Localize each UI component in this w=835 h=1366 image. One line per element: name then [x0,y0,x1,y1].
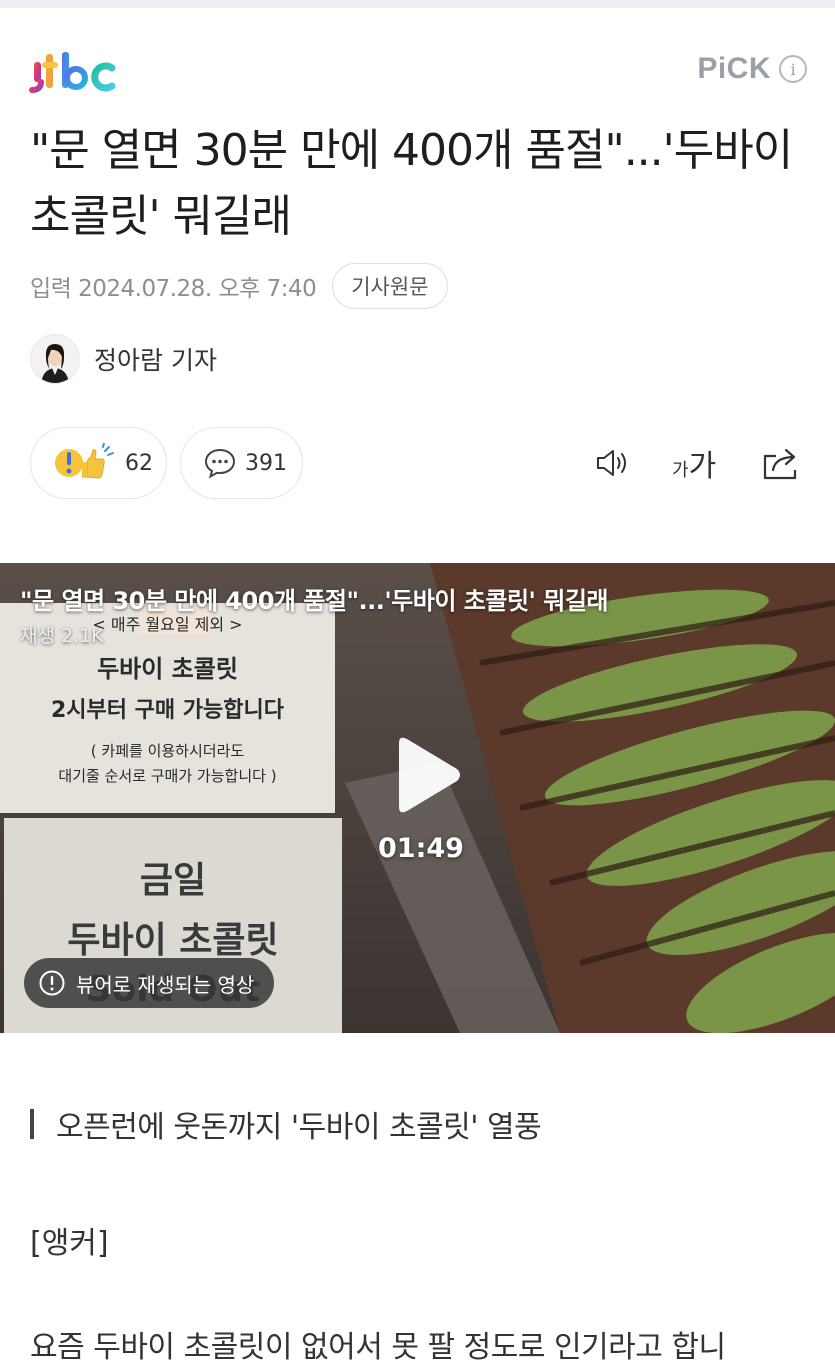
comment-button[interactable]: 391 [180,427,303,499]
article-subheading: 오픈런에 웃돈까지 '두바이 초콜릿' 열풍 [30,1102,542,1146]
play-button[interactable] [385,733,465,817]
pick-badge[interactable]: PiCK i [697,52,807,86]
video-play-count: 재생 2.1K [20,625,104,647]
viewer-notice-text: 뷰어로 재생되는 영상 [76,972,255,997]
author-row[interactable]: 정아람 기자 [30,333,217,385]
subheading-text: 오픈런에 웃돈까지 '두바이 초콜릿' 열풍 [56,1110,542,1145]
reaction-button[interactable]: 62 [30,427,167,499]
original-article-button[interactable]: 기사원문 [332,263,448,309]
sign-line4: 대기줄 순서로 구매가 가능합니다 ) [58,767,277,785]
sign-line3: ( 카페를 이용하시더라도 [90,742,245,760]
notice-icon [39,970,65,996]
video-player[interactable]: < 매주 월요일 제외 > 두바이 초콜릿 2시부터 구매 가능합니다 ( 카페… [0,563,835,1033]
avatar-image [31,335,79,383]
article-body-first-line: 요즘 두바이 초콜릿이 없어서 못 팔 정도로 인기라고 합니 [30,1330,726,1365]
listen-button[interactable] [590,440,636,486]
comment-count: 391 [245,450,287,476]
jtbc-logo[interactable] [28,44,118,96]
article-meta: 입력 2024.07.28. 오후 7:40 기사원문 [30,262,448,310]
pick-label: PiCK [697,52,771,85]
font-size-large-glyph: 가 [688,449,717,484]
video-duration: 01:49 [378,833,464,864]
speaker-icon [597,450,626,476]
author-name[interactable]: 정아람 기자 [94,341,217,377]
author-avatar[interactable] [30,334,80,384]
comment-icon [204,448,236,479]
share-icon [763,448,797,480]
jtbc-logo-mark [29,52,116,93]
sign-line2: 2시부터 구매 가능합니다 [50,698,285,723]
viewer-notice-badge: 뷰어로 재생되는 영상 [24,958,275,1008]
publish-date: 입력 2024.07.28. 오후 7:40 [30,276,317,302]
subheading-bar [30,1109,34,1139]
sign2-line1: 금일 [139,860,207,901]
share-button[interactable] [758,440,804,486]
font-size-button[interactable]: 가 가 [672,440,716,486]
sign-line1: 두바이 초콜릿 [97,655,238,683]
reaction-count: 62 [125,450,153,476]
video-title: "문 열면 30분 만에 400개 품절"...'두바이 초콜릿' 뭐길래 [20,587,608,615]
article-title: "문 열면 30분 만에 400개 품절"...'두바이 초콜릿' 뭐길래 [30,125,793,242]
info-icon[interactable]: i [779,55,807,83]
font-size-small-glyph: 가 [672,460,689,481]
reaction-emoji-icon [55,443,114,479]
status-strip [0,0,835,8]
anchor-label: [앵커] [30,1226,109,1261]
play-icon [399,737,460,813]
info-glyph: i [790,59,796,79]
sign2-line2: 두바이 초콜릿 [67,920,279,961]
